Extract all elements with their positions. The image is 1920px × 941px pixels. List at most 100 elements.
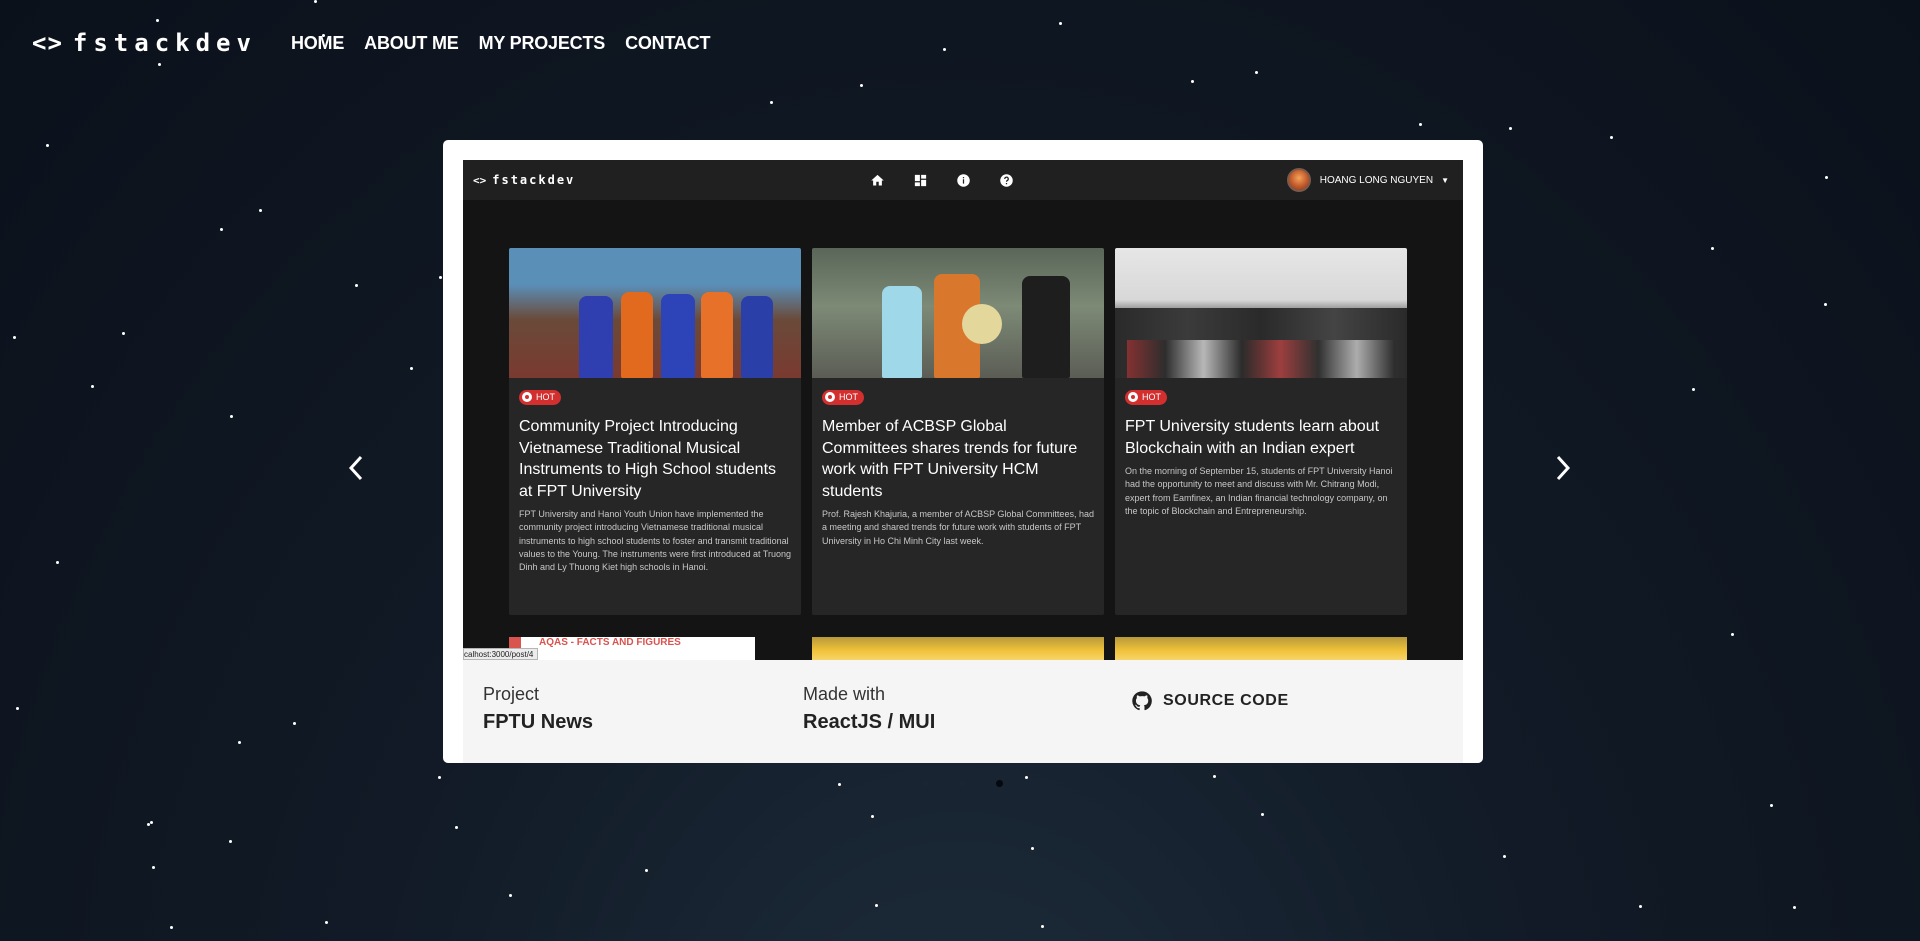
post-card: HOT FPT University students learn about … [1115,248,1407,615]
app-logo-text: fstackdev [492,173,576,187]
post-description: Prof. Rajesh Khajuria, a member of ACBSP… [822,509,1094,546]
nav-my-projects[interactable]: MY PROJECTS [479,33,606,54]
star [259,209,262,212]
hot-badge-label: HOT [1142,392,1161,402]
nav-links: HOME ABOUT ME MY PROJECTS CONTACT [291,33,730,54]
star [325,921,328,924]
nav-about-me[interactable]: ABOUT ME [364,33,459,54]
carousel-dots [922,780,1033,787]
made-with-value: ReactJS / MUI [803,711,936,733]
hot-badge: HOT [1125,389,1167,405]
post-image [509,248,801,378]
star [16,707,19,710]
star [152,866,155,869]
star [1191,80,1194,83]
star [455,826,458,829]
star [410,367,413,370]
user-menu: HOANG LONG NGUYEN ▼ [1286,160,1449,200]
post-description: FPT University and Hanoi Youth Union hav… [519,509,791,573]
star [13,336,16,339]
star [293,722,296,725]
post-grid: HOT Community Project Introducing Vietna… [509,248,1418,615]
post-thumbnail [812,637,1104,660]
fire-icon [825,392,835,402]
star [875,904,878,907]
star [1824,303,1827,306]
post-title: FPT University students learn about Bloc… [1125,418,1380,457]
project-info: Project FPTU News Made with ReactJS / MU… [463,660,1463,763]
post-card: HOT Member of ACBSP Global Committees sh… [812,248,1104,615]
next-row-thumbnails: AQAS - FACTS AND FIGURES [509,637,1409,660]
fire-icon [1128,392,1138,402]
site-logo[interactable]: <> fstackdev [32,29,257,57]
nav-home[interactable]: HOME [291,33,344,54]
dashboard-icon [911,171,929,189]
star [770,101,773,104]
star [1610,136,1613,139]
chevron-right-icon [1556,455,1571,481]
star [1639,905,1642,908]
hot-badge-label: HOT [536,392,555,402]
star [91,385,94,388]
carousel-dot[interactable] [959,780,966,787]
app-toolbar [868,160,1040,200]
star [156,19,159,22]
star [1711,247,1714,250]
carousel-dot-active[interactable] [996,780,1003,787]
star [1419,123,1422,126]
star [645,869,648,872]
star [158,63,161,66]
github-icon [1132,691,1152,711]
star [147,823,150,826]
code-icon: <> [32,29,63,57]
hot-badge-label: HOT [839,392,858,402]
carousel-next-button[interactable] [1548,450,1578,486]
source-code-label: SOURCE CODE [1163,692,1289,709]
hot-badge: HOT [822,389,864,405]
project-name: FPTU News [483,711,594,733]
made-with-label: Made with [803,684,886,704]
star [1261,813,1264,816]
code-icon: <> [473,173,487,187]
star [1059,22,1062,25]
post-body: HOT Member of ACBSP Global Committees sh… [812,378,1104,559]
app-header: <> fstackdev HOANG LONG NGUYEN ▼ [463,160,1463,200]
star [46,144,49,147]
carousel-dot[interactable] [922,780,929,787]
star [943,48,946,51]
star [230,415,233,418]
hot-badge: HOT [519,389,561,405]
star [355,284,358,287]
source-code-button[interactable]: SOURCE CODE [1123,686,1297,716]
info-icon [954,171,972,189]
star [439,276,442,279]
project-label: Project [483,684,540,704]
caret-down-icon: ▼ [1441,175,1449,185]
star [871,815,874,818]
post-image [812,248,1104,378]
top-nav: <> fstackdev HOME ABOUT ME MY PROJECTS C… [32,28,730,58]
star [1025,776,1028,779]
star [509,894,512,897]
project-card: <> fstackdev HOANG LONG NGUYEN ▼ HOT Com… [443,140,1483,763]
nav-contact[interactable]: CONTACT [625,33,710,54]
post-thumbnail: AQAS - FACTS AND FIGURES [509,637,755,660]
post-card: HOT Community Project Introducing Vietna… [509,248,801,615]
project-name-block: Project FPTU News [483,684,593,734]
star [1509,127,1512,130]
star [220,228,223,231]
star [1770,804,1773,807]
carousel-prev-button[interactable] [341,450,371,486]
star [56,561,59,564]
star [1503,855,1506,858]
post-title: Community Project Introducing Vietnamese… [519,418,777,500]
star [150,821,153,824]
star [1255,71,1258,74]
star [314,0,317,3]
star [1731,633,1734,636]
star [122,332,125,335]
post-body: HOT FPT University students learn about … [1115,378,1407,529]
project-screenshot[interactable]: <> fstackdev HOANG LONG NGUYEN ▼ HOT Com… [463,160,1463,660]
star [1213,775,1216,778]
thumbnail-text: AQAS - FACTS AND FIGURES [539,637,681,648]
